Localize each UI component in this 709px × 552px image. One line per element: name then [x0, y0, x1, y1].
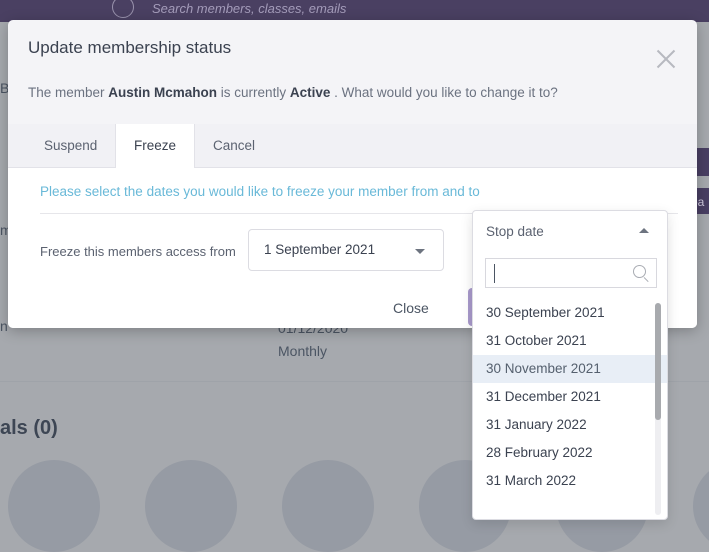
start-date-value: 1 September 2021: [264, 242, 376, 257]
search-icon[interactable]: [112, 0, 134, 18]
close-button[interactable]: Close: [393, 300, 429, 316]
dropdown-scrollbar-track[interactable]: [655, 303, 661, 515]
panel-instruction: Please select the dates you would like t…: [40, 184, 480, 199]
stop-date-select-header[interactable]: Stop date: [473, 211, 667, 253]
subtitle-suffix: . What would you like to change it to?: [330, 85, 558, 100]
background-text: n: [0, 318, 8, 334]
avatar: [8, 460, 100, 552]
start-date-select[interactable]: 1 September 2021: [248, 229, 444, 271]
dropdown-search-input[interactable]: [485, 258, 657, 288]
background-text: als (0): [0, 417, 58, 439]
subtitle-middle: is currently: [217, 85, 290, 100]
chevron-up-icon: [639, 228, 649, 233]
dropdown-option[interactable]: 30 November 2021: [473, 355, 667, 383]
status-tabs: Suspend Freeze Cancel: [8, 124, 697, 169]
modal-subtitle: The member Austin Mcmahon is currently A…: [28, 85, 558, 100]
tab-freeze[interactable]: Freeze: [115, 124, 196, 169]
avatar: [282, 460, 374, 552]
background-text: Monthly: [278, 343, 328, 359]
start-date-label: Freeze this members access from: [40, 244, 236, 259]
dropdown-option[interactable]: 31 January 2022: [473, 411, 667, 439]
modal-header: Update membership status: [8, 20, 697, 76]
close-icon[interactable]: [653, 46, 679, 72]
top-navigation-bar: Search members, classes, emails: [0, 0, 709, 22]
global-search-input[interactable]: Search members, classes, emails: [152, 1, 346, 16]
member-name: Austin Mcmahon: [108, 85, 218, 100]
chevron-down-icon: [415, 249, 425, 254]
dropdown-scrollbar-thumb[interactable]: [655, 303, 661, 420]
tab-cancel[interactable]: Cancel: [195, 124, 273, 168]
dropdown-option[interactable]: 31 October 2021: [473, 327, 667, 355]
avatar: [693, 460, 709, 552]
dropdown-option[interactable]: 28 February 2022: [473, 439, 667, 467]
page-title: Update membership status: [28, 38, 232, 57]
stop-date-label: Stop date: [486, 224, 544, 239]
dropdown-option[interactable]: 31 March 2022: [473, 467, 667, 495]
dropdown-option[interactable]: 30 September 2021: [473, 299, 667, 327]
dropdown-option[interactable]: 31 December 2021: [473, 383, 667, 411]
status-badge: Active: [289, 85, 331, 100]
text-cursor: [494, 264, 495, 283]
stop-date-option-list: 30 September 2021 31 October 2021 30 Novem…: [473, 299, 667, 519]
tab-suspend[interactable]: Suspend: [26, 124, 115, 168]
stop-date-dropdown: Stop date 30 September 2021 31 October 20…: [472, 210, 668, 520]
search-icon: [633, 265, 646, 278]
avatar: [145, 460, 237, 552]
subtitle-prefix: The member: [28, 85, 109, 100]
